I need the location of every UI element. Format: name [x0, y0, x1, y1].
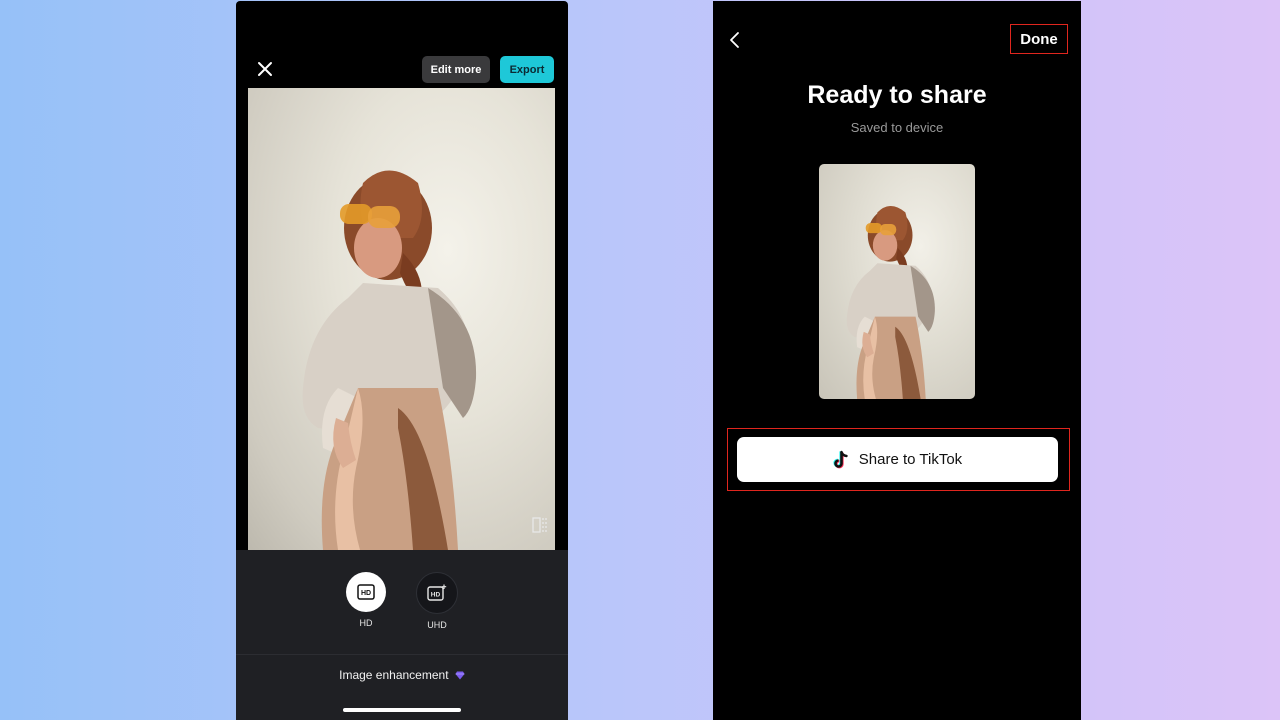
page-title: Ready to share	[807, 81, 987, 109]
quality-panel: HD HD HD UHD Image enhancement	[236, 550, 568, 720]
back-button[interactable]	[727, 30, 743, 50]
done-button[interactable]: Done	[1020, 31, 1058, 48]
uhd-toggle[interactable]: HD	[416, 572, 458, 614]
hd-icon: HD	[357, 584, 375, 600]
share-highlight: Share to TikTok	[727, 428, 1070, 491]
ready-to-share-screen: Done Ready to share Saved to device Shar…	[713, 1, 1081, 720]
saved-status: Saved to device	[850, 120, 944, 135]
hd-label: HD	[359, 618, 373, 628]
hd-toggle[interactable]: HD	[346, 572, 386, 612]
share-to-tiktok-button[interactable]: Share to TikTok	[737, 437, 1058, 482]
portrait-photo	[248, 88, 555, 550]
divider	[236, 654, 568, 655]
compare-icon[interactable]	[532, 515, 550, 535]
tiktok-icon	[833, 450, 848, 468]
gem-icon	[455, 671, 465, 680]
edit-more-button[interactable]: Edit more	[422, 56, 490, 83]
close-button[interactable]	[253, 57, 277, 81]
exported-thumbnail	[819, 164, 975, 399]
portrait-photo-thumb	[819, 164, 975, 399]
export-button[interactable]: Export	[500, 56, 554, 83]
image-enhancement-label: Image enhancement	[339, 668, 449, 682]
image-enhancement-row[interactable]: Image enhancement	[236, 668, 568, 682]
export-preview-screen: Edit more Export HD HD HD UHD Image enha…	[236, 1, 568, 720]
close-icon	[258, 62, 272, 76]
svg-text:HD: HD	[431, 592, 441, 599]
chevron-left-icon	[730, 32, 739, 48]
quality-option-hd[interactable]: HD HD	[344, 572, 388, 628]
share-button-label: Share to TikTok	[858, 451, 963, 468]
uhd-label: UHD	[427, 620, 447, 630]
quality-option-uhd[interactable]: HD UHD	[415, 572, 459, 630]
photo-preview	[248, 88, 555, 550]
home-indicator	[343, 708, 461, 712]
done-highlight: Done	[1010, 24, 1068, 54]
uhd-icon: HD	[427, 584, 447, 601]
svg-text:HD: HD	[361, 590, 371, 597]
